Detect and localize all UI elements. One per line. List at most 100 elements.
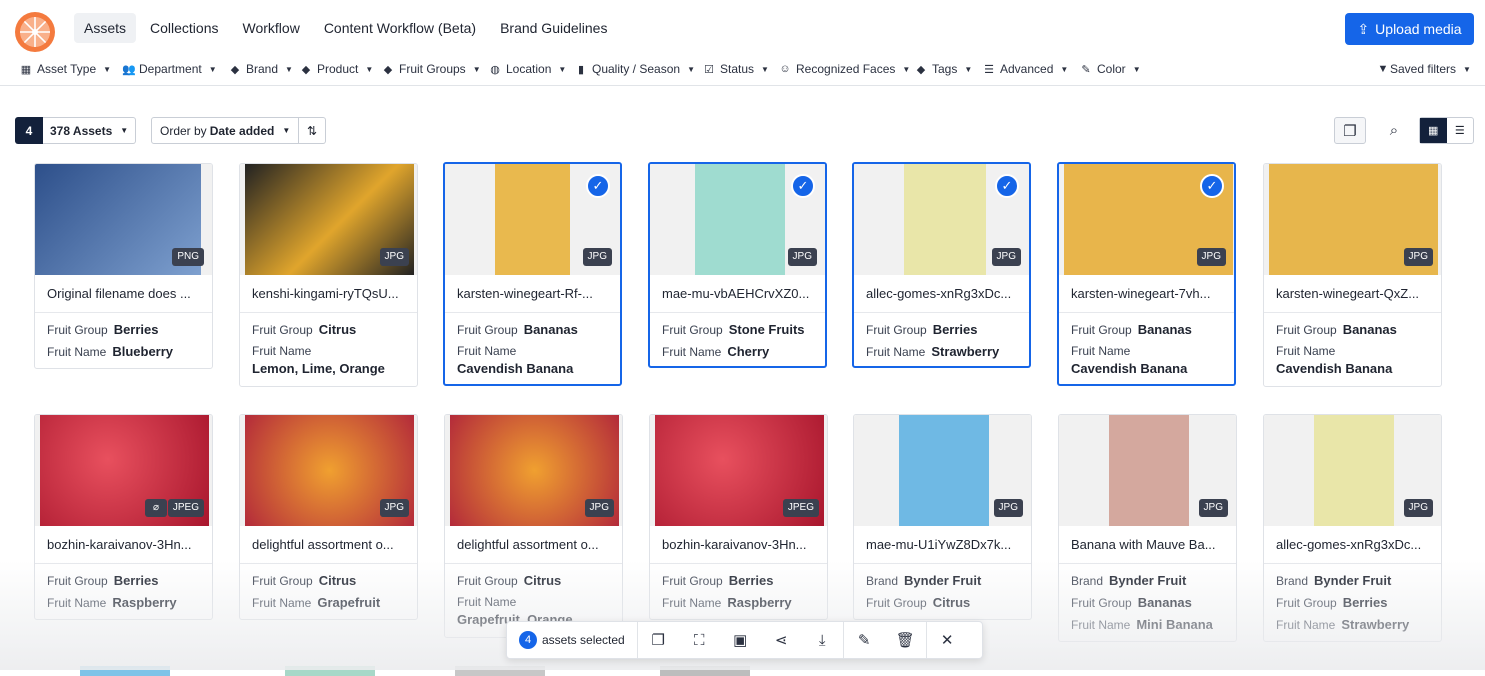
nav-tab-assets[interactable]: Assets <box>74 13 137 43</box>
format-badge: JPEG <box>782 499 819 517</box>
divider <box>240 563 417 564</box>
search-button[interactable]: ⌕ <box>1378 117 1410 144</box>
asset-card[interactable]: JPG allec-gomes-xnRg3xDc... Brand Bynder Fr… <box>1263 414 1442 642</box>
asset-filename: karsten-winegeart-Rf-... <box>457 286 593 301</box>
asset-card[interactable]: ⌀ JPEG bozhin-karaivanov-3Hn... Fruit Group… <box>34 414 213 620</box>
filter-advanced[interactable]: ☰ Advanced ▼ <box>983 62 1068 76</box>
add-to-folder-icon[interactable]: ▣ <box>720 631 761 649</box>
nav-tab-collections[interactable]: Collections <box>140 13 228 43</box>
asset-thumbnail[interactable]: JPG <box>1264 415 1441 526</box>
asset-thumbnail[interactable]: JPG <box>240 164 417 275</box>
filter-location[interactable]: ◍ Location ▼ <box>489 62 566 76</box>
tag-icon: ◆ <box>230 63 240 76</box>
filter-product[interactable]: ◆ Product ▼ <box>300 62 374 76</box>
main-nav: Assets Collections Workflow Content Workflo… <box>74 13 617 43</box>
format-badge: JPG <box>1403 248 1433 266</box>
asset-card[interactable]: JPG kenshi-kingami-ryTQsU... Fruit Group Ci… <box>239 163 418 387</box>
asset-thumbnail[interactable]: ⌀ JPEG <box>35 415 212 526</box>
asset-thumbnail[interactable]: JPG <box>445 415 622 526</box>
asset-card[interactable]: JPG delightful assortment o... Fruit Group… <box>239 414 418 620</box>
asset-thumbnail[interactable]: JPG <box>1264 164 1441 275</box>
asset-card[interactable]: JPG ✓ allec-gomes-xnRg3xDc... Fruit Group Be… <box>852 162 1031 368</box>
filter-status[interactable]: ☑ Status ▼ <box>703 62 769 76</box>
assets-count-dropdown[interactable]: 378 Assets ▼ <box>43 117 136 144</box>
asset-card[interactable]: JPG mae-mu-U1iYwZ8Dx7k... Brand Bynder Frui… <box>853 414 1032 620</box>
filter-recognized-faces[interactable]: ☺ Recognized Faces ▼ <box>779 62 910 76</box>
filter-department[interactable]: 👥 Department ▼ <box>122 62 217 76</box>
divider <box>35 312 212 313</box>
meta-value: Bananas <box>523 322 578 337</box>
list-view-icon[interactable]: ☰ <box>1447 118 1474 143</box>
meta-value: Berries <box>113 573 159 588</box>
asset-thumbnail[interactable]: JPG ✓ <box>854 164 1029 275</box>
asset-thumbnail[interactable]: JPG <box>240 415 417 526</box>
asset-image <box>904 164 986 275</box>
filter-tags[interactable]: ◆ Tags ▼ <box>915 62 973 76</box>
upload-media-button[interactable]: ⇪ Upload media <box>1345 13 1474 45</box>
divider <box>1264 312 1441 313</box>
selected-count-badge[interactable]: 4 <box>15 117 43 144</box>
filter-brand[interactable]: ◆ Brand ▼ <box>229 62 293 76</box>
asset-thumbnail[interactable]: JPG ✓ <box>445 164 620 275</box>
asset-thumbnail[interactable]: JPG ✓ <box>650 164 825 275</box>
meta-key: Brand <box>1276 574 1309 588</box>
filter-quality-season[interactable]: ▮ Quality / Season ▼ <box>575 62 695 76</box>
copy-icon[interactable]: ❐ <box>638 631 679 649</box>
asset-meta-row: Brand Bynder Fruit <box>866 573 1026 588</box>
meta-value: Cavendish Banana <box>1071 361 1188 376</box>
saved-filters-dropdown[interactable]: ▼ Saved filters ▼ <box>1377 62 1471 76</box>
filter-fruit-groups[interactable]: ◆ Fruit Groups ▼ <box>382 62 481 76</box>
asset-filename: allec-gomes-xnRg3xDc... <box>866 286 1012 301</box>
format-badge: JPG <box>379 248 409 266</box>
asset-meta-row: Fruit Name Cherry <box>662 344 822 359</box>
asset-card[interactable]: JPG karsten-winegeart-QxZ... Fruit Group Ba… <box>1263 163 1442 387</box>
download-icon[interactable]: ⤓ <box>802 632 843 649</box>
asset-card[interactable]: JPG ✓ karsten-winegeart-Rf-... Fruit Group B… <box>443 162 622 386</box>
edit-icon[interactable]: ✎ <box>844 631 885 649</box>
crop-icon[interactable]: ⛶ <box>679 632 720 649</box>
filter-asset-type[interactable]: ▦ Asset Type ▼ <box>20 62 111 76</box>
format-badge: JPG <box>1196 248 1226 266</box>
asset-card[interactable]: JPG delightful assortment o... Fruit Group… <box>444 414 623 638</box>
asset-thumbnail[interactable]: JPG ✓ <box>1059 164 1234 275</box>
order-by-dropdown[interactable]: Order by Date added ▼ <box>151 117 299 144</box>
asset-card[interactable]: JPG Banana with Mauve Ba... Brand Bynder Fr… <box>1058 414 1237 642</box>
close-icon[interactable]: ✕ <box>927 631 968 649</box>
check-icon[interactable]: ✓ <box>586 174 610 198</box>
check-icon[interactable]: ✓ <box>791 174 815 198</box>
chevron-down-icon: ▼ <box>761 64 769 74</box>
asset-card[interactable]: JPG ✓ mae-mu-vbAEHCrvXZ0... Fruit Group Ston… <box>648 162 827 368</box>
asset-card[interactable]: PNG Original filename does ... Fruit Group… <box>34 163 213 369</box>
chevron-down-icon: ▼ <box>902 64 911 74</box>
partial-thumb <box>80 666 170 676</box>
asset-image <box>495 164 570 275</box>
check-icon[interactable]: ✓ <box>1200 174 1224 198</box>
asset-thumbnail[interactable]: JPG <box>854 415 1031 526</box>
nav-tab-brand-guidelines[interactable]: Brand Guidelines <box>490 13 617 43</box>
meta-value: Bynder Fruit <box>904 573 982 588</box>
asset-thumbnail[interactable]: PNG <box>35 164 212 275</box>
asset-card[interactable]: JPG ✓ karsten-winegeart-7vh... Fruit Group B… <box>1057 162 1236 386</box>
chevron-down-icon: ▼ <box>472 64 481 74</box>
copy-button[interactable]: ❐ <box>1334 117 1366 144</box>
trash-icon[interactable]: 🗑 <box>885 631 926 649</box>
asset-thumbnail[interactable]: JPEG <box>650 415 827 526</box>
orange-logo-icon[interactable] <box>14 11 56 53</box>
divider <box>854 312 1029 313</box>
asset-card[interactable]: JPEG bozhin-karaivanov-3Hn... Fruit Group B… <box>649 414 828 620</box>
sort-direction-button[interactable]: ⇅ <box>299 117 326 144</box>
meta-value: Bananas <box>1137 595 1192 610</box>
grid-view-icon[interactable]: ▦ <box>1420 118 1447 143</box>
nav-tab-workflow[interactable]: Workflow <box>233 13 310 43</box>
partial-thumb <box>660 666 750 676</box>
meta-key: Fruit Group <box>47 323 108 337</box>
asset-thumbnail[interactable]: JPG <box>1059 415 1236 526</box>
partial-thumb <box>455 666 545 676</box>
nav-tab-content-workflow-beta[interactable]: Content Workflow (Beta) <box>314 13 486 43</box>
filter-color[interactable]: ✎ Color ▼ <box>1080 62 1140 76</box>
check-icon[interactable]: ✓ <box>995 174 1019 198</box>
format-badge: JPG <box>1403 499 1433 517</box>
face-icon: ☺ <box>779 63 791 75</box>
share-icon[interactable]: ⋖ <box>761 631 802 649</box>
top-bar: Assets Collections Workflow Content Workflo… <box>0 0 1485 56</box>
